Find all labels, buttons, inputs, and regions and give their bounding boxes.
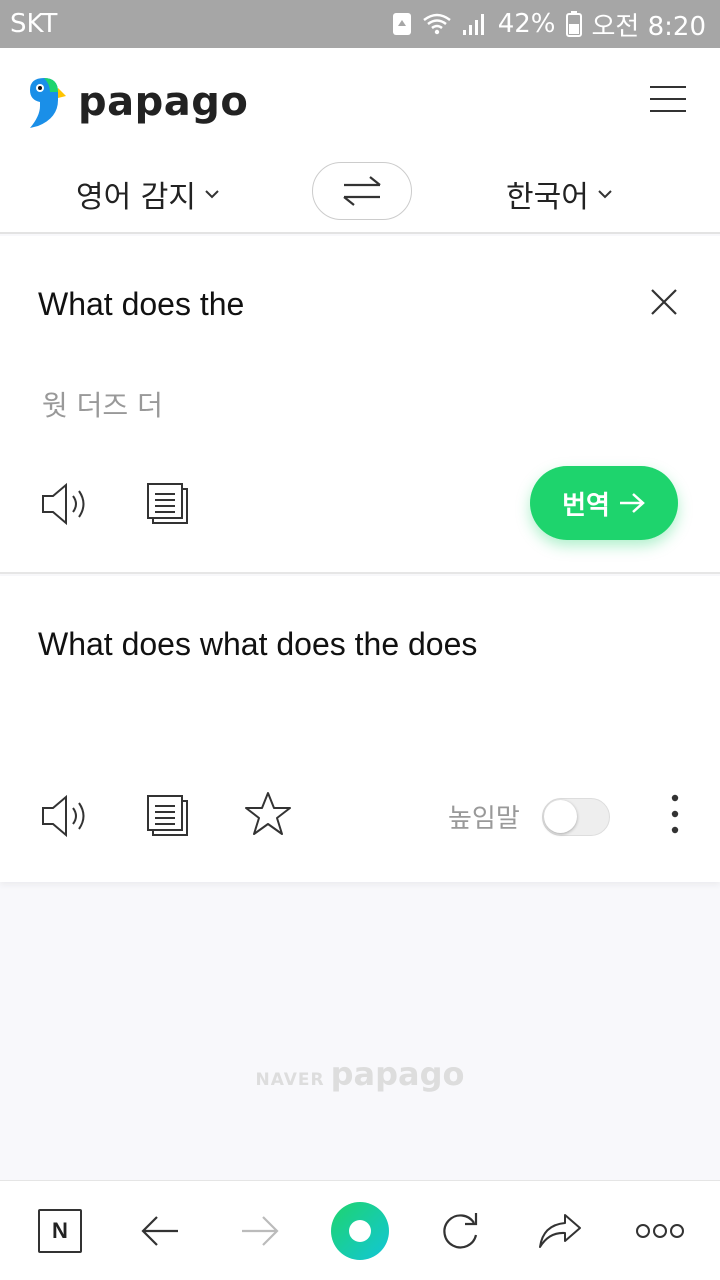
share-button[interactable] <box>530 1201 590 1261</box>
more-vertical-icon <box>671 794 679 834</box>
recycle-icon <box>392 13 411 35</box>
honorific-label: 높임말 <box>448 804 520 834</box>
star-icon <box>245 792 291 835</box>
naver-wordmark: NAVER <box>255 1070 325 1090</box>
signal-icon <box>462 14 484 35</box>
refresh-icon <box>443 1213 478 1249</box>
papago-wordmark: papago <box>330 1055 465 1093</box>
close-icon <box>651 289 677 315</box>
naver-home-button[interactable]: N <box>30 1201 90 1261</box>
source-text-input[interactable]: What does the <box>38 286 244 323</box>
refresh-button[interactable] <box>430 1201 490 1261</box>
back-button[interactable] <box>130 1201 190 1261</box>
more-horizontal-icon <box>636 1224 684 1238</box>
copy-result-button[interactable] <box>140 788 196 844</box>
target-language-label: 한국어 <box>506 180 589 215</box>
speaker-icon <box>42 482 85 526</box>
translate-button[interactable]: 번역 <box>530 466 678 540</box>
translation-result-text: What does what does the does <box>38 626 478 662</box>
papago-logo[interactable]: papago <box>26 76 248 128</box>
honorific-toggle[interactable] <box>542 798 610 836</box>
pronunciation-text: 웟 더즈 더 <box>42 389 163 422</box>
source-input-card: What does the 웟 더즈 더 번역 <box>0 236 720 574</box>
clock: 오전 8:20 <box>591 11 707 42</box>
naver-n-icon: N <box>38 1209 82 1253</box>
chevron-down-icon <box>205 190 219 199</box>
status-icons: 42% 오전 8:20 <box>392 6 706 43</box>
listen-result-button[interactable] <box>38 788 94 844</box>
browser-bottom-nav: N <box>0 1180 720 1280</box>
chevron-down-icon <box>598 190 612 199</box>
target-language-selector[interactable]: 한국어 <box>506 172 613 216</box>
source-language-label: 영어 감지 <box>76 180 196 215</box>
translation-result-card: What does what does the does 높임말 <box>0 576 720 882</box>
copy-icon <box>147 483 188 524</box>
wifi-icon <box>422 13 451 35</box>
green-dot-icon <box>331 1202 389 1260</box>
app-name: papago <box>78 79 249 125</box>
swap-icon <box>343 176 381 206</box>
hamburger-menu-button[interactable] <box>650 82 690 114</box>
brand-footer: NAVER papago <box>0 1055 720 1093</box>
speaker-icon <box>42 794 85 838</box>
source-language-selector[interactable]: 영어 감지 <box>76 172 220 216</box>
clear-button[interactable] <box>646 284 682 320</box>
parrot-icon <box>30 78 66 128</box>
status-bar: SKT 42% 오전 8:20 <box>0 0 720 48</box>
favorite-button[interactable] <box>240 786 296 842</box>
app-header: papago <box>0 48 720 150</box>
copy-source-button[interactable] <box>140 476 196 532</box>
battery-percent: 42% <box>497 9 556 39</box>
more-menu-button[interactable] <box>630 1201 690 1261</box>
forward-button[interactable] <box>230 1201 290 1261</box>
home-button[interactable] <box>330 1201 390 1261</box>
arrow-right-icon <box>242 1216 279 1246</box>
language-bar: 영어 감지 한국어 <box>0 150 720 234</box>
copy-icon <box>147 795 188 836</box>
carrier-label: SKT <box>10 9 58 39</box>
translate-button-label: 번역 <box>562 490 610 521</box>
arrow-right-icon <box>619 493 645 513</box>
swap-languages-button[interactable] <box>312 162 412 220</box>
arrow-left-icon <box>141 1216 178 1246</box>
more-options-button[interactable] <box>660 792 690 840</box>
battery-icon <box>565 11 582 37</box>
share-icon <box>539 1214 581 1248</box>
listen-source-button[interactable] <box>38 476 94 532</box>
toggle-knob <box>544 800 577 833</box>
